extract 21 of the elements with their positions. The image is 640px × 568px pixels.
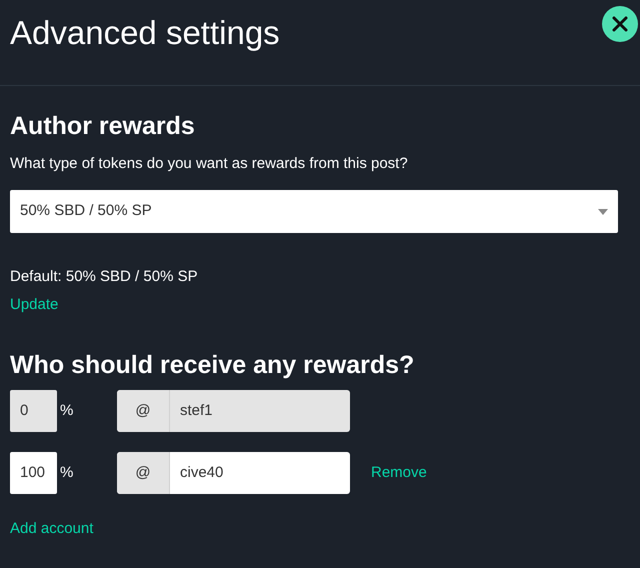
section-heading: Who should receive any rewards? — [10, 350, 416, 381]
remove-link[interactable]: Remove — [371, 462, 427, 484]
account-name: cive40 — [179, 462, 224, 483]
close-icon — [612, 16, 628, 32]
update-link[interactable]: Update — [10, 295, 58, 315]
caret-icon — [598, 208, 608, 214]
question-text: What type of tokens do you want as rewards from this post? — [10, 154, 409, 174]
reward-select[interactable]: 50% SBD / 50% SP — [10, 190, 618, 233]
section-heading: Author rewards — [10, 111, 196, 142]
percent-sign: % — [60, 401, 74, 421]
account-field[interactable]: @ cive40 — [117, 452, 350, 494]
dialog-title: Advanced settings — [10, 13, 280, 53]
at-prefix: @ — [117, 452, 170, 494]
add-account-link[interactable]: Add account — [10, 518, 94, 540]
percent-sign: % — [60, 463, 74, 483]
at-prefix: @ — [117, 390, 170, 432]
percent-field: 0 — [10, 390, 57, 432]
close-button[interactable] — [602, 6, 638, 42]
default-text: Default: 50% SBD / 50% SP — [10, 267, 199, 287]
account-name: stef1 — [179, 400, 213, 421]
percent-field[interactable]: 100 — [10, 452, 57, 494]
